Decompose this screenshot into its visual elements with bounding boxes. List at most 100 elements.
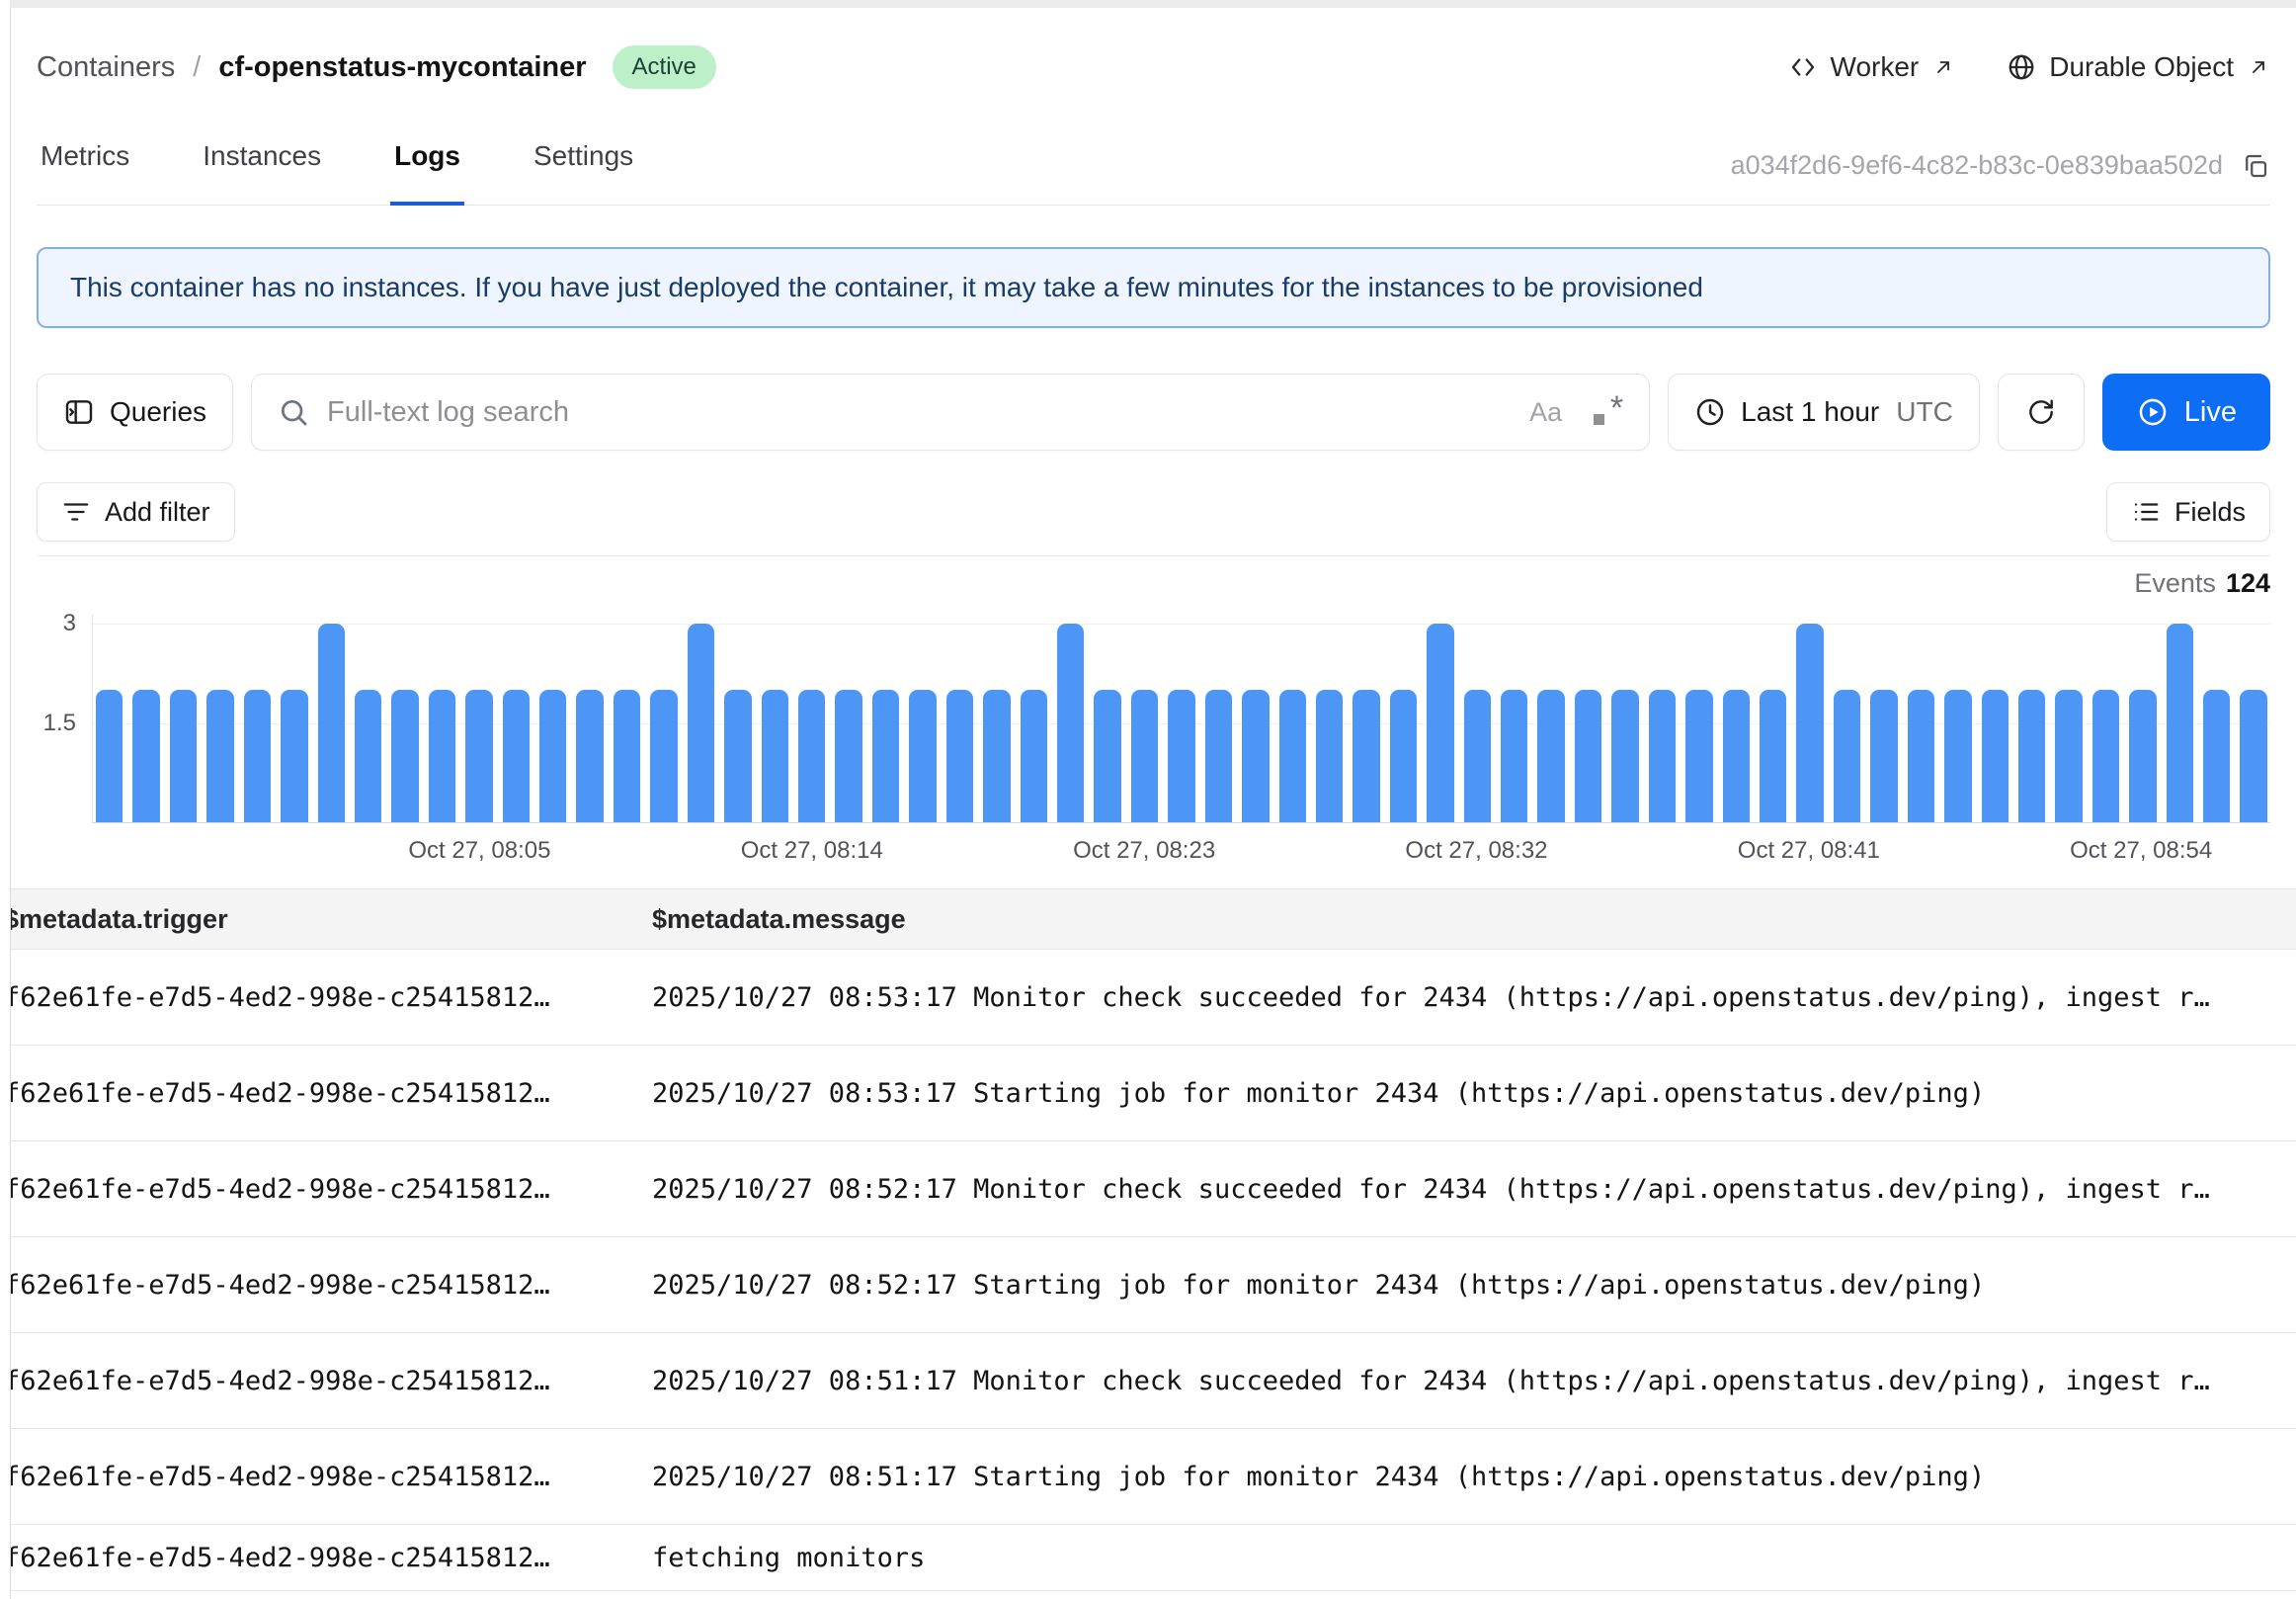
chart-bar[interactable] (1094, 690, 1120, 822)
chart-bar[interactable] (281, 690, 307, 822)
log-table-row[interactable]: f62e61fe-e7d5-4ed2-998e-c25415812…2025/1… (0, 1141, 2296, 1237)
chart-bar[interactable] (1796, 624, 1823, 822)
chart-bar[interactable] (355, 690, 381, 822)
chart-bar[interactable] (983, 690, 1010, 822)
header-links: Worker Durable Object (1788, 51, 2270, 83)
fields-button[interactable]: Fields (2106, 482, 2270, 542)
column-header-message[interactable]: $metadata.message (652, 904, 2296, 935)
chart-bar[interactable] (1131, 690, 1158, 822)
chart-bar[interactable] (835, 690, 861, 822)
breadcrumb: Containers / cf-openstatus-mycontainer A… (37, 45, 716, 89)
chart-bar[interactable] (1279, 690, 1306, 822)
chart-bar[interactable] (503, 690, 530, 822)
chart-bar[interactable] (2167, 624, 2193, 822)
chart-bar[interactable] (1944, 690, 1971, 822)
chart-bar[interactable] (1057, 624, 1084, 822)
chart-bar[interactable] (909, 690, 936, 822)
chart-bar[interactable] (1390, 690, 1417, 822)
log-table-row[interactable]: f62e61fe-e7d5-4ed2-998e-c25415812…2025/1… (0, 1237, 2296, 1333)
chart-bar[interactable] (724, 690, 751, 822)
chart-bar[interactable] (2055, 690, 2082, 822)
external-link-arrow-icon (2247, 55, 2270, 79)
log-table: $metadata.trigger $metadata.message f62e… (0, 888, 2296, 1591)
chart-bar[interactable] (244, 690, 271, 822)
chart-bar[interactable] (1242, 690, 1269, 822)
queries-button[interactable]: Queries (37, 374, 233, 451)
time-range-button[interactable]: Last 1 hour UTC (1668, 374, 1980, 451)
tab-instances[interactable]: Instances (199, 132, 325, 206)
chart-bar[interactable] (1168, 690, 1194, 822)
tab-settings[interactable]: Settings (530, 132, 637, 206)
log-table-row[interactable]: f62e61fe-e7d5-4ed2-998e-c25415812…2025/1… (0, 1333, 2296, 1429)
chart-bar[interactable] (946, 690, 973, 822)
chart-bar[interactable] (1685, 690, 1712, 822)
events-counter: Events124 (37, 568, 2270, 602)
chart-bar[interactable] (2129, 690, 2156, 822)
match-case-toggle[interactable]: Aa (1529, 397, 1562, 428)
chart-bar[interactable] (1834, 690, 1860, 822)
live-button[interactable]: Live (2102, 374, 2270, 451)
chart-bar[interactable] (1021, 690, 1047, 822)
fields-button-label: Fields (2174, 497, 2246, 528)
chart-bar[interactable] (2018, 690, 2045, 822)
log-table-row[interactable]: f62e61fe-e7d5-4ed2-998e-c25415812…2025/1… (0, 950, 2296, 1046)
chart-bar[interactable] (1982, 690, 2009, 822)
chart-bar[interactable] (614, 690, 640, 822)
regex-toggle[interactable]: * (1592, 395, 1623, 429)
chart-bar[interactable] (1353, 690, 1379, 822)
trigger-cell: f62e61fe-e7d5-4ed2-998e-c25415812… (0, 982, 652, 1013)
refresh-button[interactable] (1998, 374, 2085, 451)
add-filter-button[interactable]: Add filter (37, 482, 235, 542)
chart-bar[interactable] (872, 690, 899, 822)
chart-bar[interactable] (762, 690, 788, 822)
chart-bar[interactable] (650, 690, 677, 822)
chart-bar[interactable] (318, 624, 345, 822)
chart-bar[interactable] (1501, 690, 1527, 822)
chart-bar[interactable] (2240, 690, 2266, 822)
chart-bar[interactable] (1316, 690, 1343, 822)
message-cell: 2025/10/27 08:52:17 Monitor check succee… (652, 1174, 2296, 1205)
log-table-row[interactable]: f62e61fe-e7d5-4ed2-998e-c25415812…2025/1… (0, 1046, 2296, 1141)
chart-bar[interactable] (1427, 624, 1453, 822)
log-search-input[interactable] (327, 396, 1512, 429)
chart-bar[interactable] (96, 690, 123, 822)
chart-bar[interactable] (206, 690, 233, 822)
x-axis-tick-label: Oct 27, 08:23 (1073, 837, 1215, 865)
chart-bar[interactable] (576, 690, 603, 822)
chart-bar[interactable] (391, 690, 418, 822)
chart-bar[interactable] (170, 690, 197, 822)
chart-bar[interactable] (1575, 690, 1601, 822)
chart-bar[interactable] (1464, 690, 1491, 822)
worker-link[interactable]: Worker (1788, 51, 1956, 83)
filter-bar: Add filter Fields (37, 482, 2270, 542)
chart-bar[interactable] (1870, 690, 1897, 822)
chart-bar[interactable] (429, 690, 455, 822)
chart-bar[interactable] (1908, 690, 1934, 822)
log-table-row[interactable]: f62e61fe-e7d5-4ed2-998e-c25415812…2025/1… (0, 1429, 2296, 1525)
copy-icon (2241, 151, 2270, 181)
chart-bar[interactable] (539, 690, 566, 822)
chart-bar[interactable] (1723, 690, 1750, 822)
chart-bar[interactable] (688, 624, 714, 822)
chart-bar[interactable] (798, 690, 825, 822)
events-chart-section: Events124 31.5 Oct 27, 08:05Oct 27, 08:1… (37, 555, 2270, 873)
tab-logs[interactable]: Logs (390, 132, 464, 206)
chart-bar[interactable] (1760, 690, 1786, 822)
column-header-trigger[interactable]: $metadata.trigger (0, 904, 652, 935)
events-count: 124 (2226, 568, 2270, 598)
durable-object-link[interactable]: Durable Object (2007, 51, 2270, 83)
chart-bar[interactable] (1205, 690, 1232, 822)
status-badge: Active (613, 45, 716, 89)
chart-bar[interactable] (1649, 690, 1676, 822)
chart-bar[interactable] (2092, 690, 2119, 822)
copy-instance-id-button[interactable] (2241, 151, 2270, 181)
breadcrumb-containers-link[interactable]: Containers (37, 51, 175, 84)
queries-button-label: Queries (110, 396, 206, 428)
chart-bar[interactable] (2203, 690, 2230, 822)
chart-bar[interactable] (1611, 690, 1638, 822)
chart-bar[interactable] (465, 690, 492, 822)
chart-bar[interactable] (132, 690, 159, 822)
log-table-row[interactable]: f62e61fe-e7d5-4ed2-998e-c25415812…fetchi… (0, 1525, 2296, 1591)
chart-bar[interactable] (1537, 690, 1564, 822)
tab-metrics[interactable]: Metrics (37, 132, 133, 206)
